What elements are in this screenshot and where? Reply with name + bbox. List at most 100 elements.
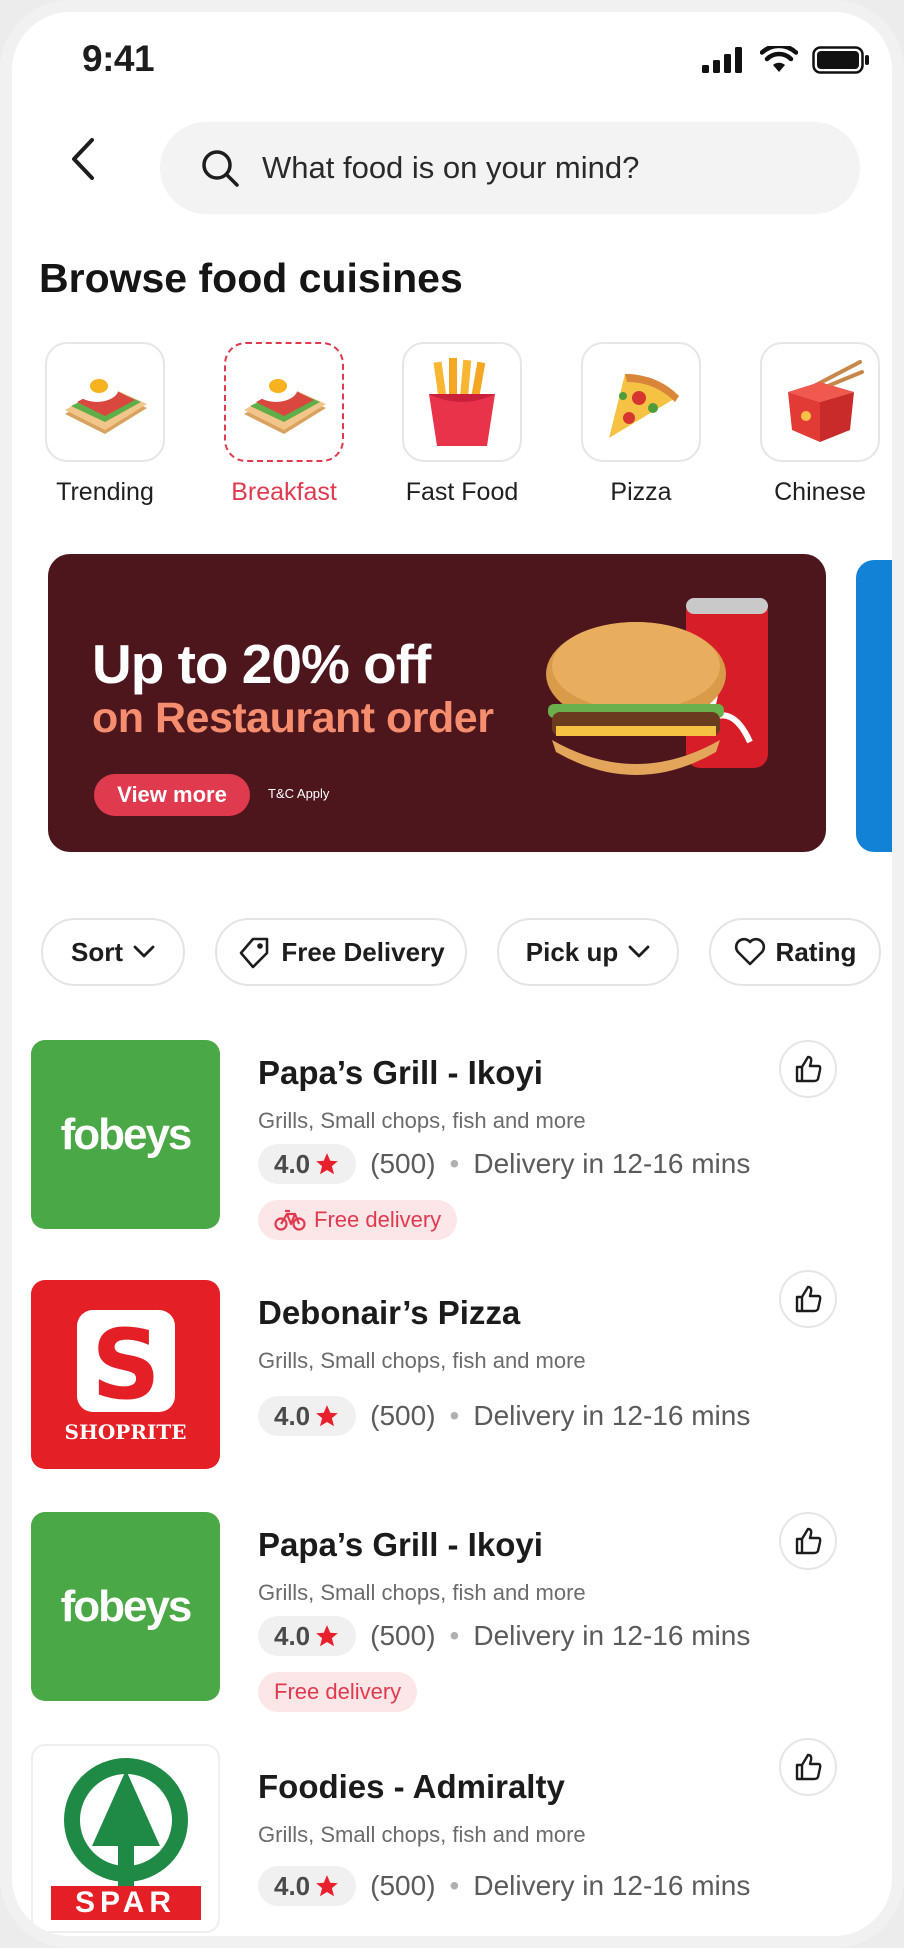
next-banner-peek[interactable]: [856, 560, 892, 852]
free-delivery-badge: Free delivery: [258, 1672, 418, 1712]
pizza-icon: [609, 374, 679, 438]
search-placeholder: What food is on your mind?: [262, 150, 640, 185]
burger-and-can-image: [546, 598, 768, 775]
cuisine-pizza[interactable]: Pizza: [566, 342, 716, 507]
filter-label: Sort: [71, 936, 123, 967]
separator-dot: •: [449, 1620, 460, 1651]
rating-badge: 4.0: [258, 1866, 357, 1906]
cuisine-tile: [224, 342, 344, 462]
thumbs-up-icon: [795, 1285, 822, 1313]
restaurant-logo: fobeys: [31, 1040, 220, 1229]
star-icon: [316, 1875, 338, 1897]
sandwich-icon: [65, 374, 147, 434]
delivery-time: Delivery in 12-16 mins: [473, 1870, 751, 1901]
sort-filter-chip[interactable]: Sort: [41, 918, 185, 986]
chevron-left-icon: [72, 138, 94, 180]
restaurant-description: Grills, Small chops, fish and more: [258, 1348, 586, 1373]
thumbs-up-icon: [795, 1753, 822, 1781]
search-icon: [202, 150, 239, 187]
search-input[interactable]: What food is on your mind?: [160, 122, 860, 214]
signal-icon: [702, 47, 742, 73]
rating-badge: 4.0: [258, 1616, 357, 1656]
view-more-button[interactable]: View more: [94, 774, 250, 816]
restaurant-logo: S SHOPRITE: [31, 1280, 220, 1469]
pick-up-filter-chip[interactable]: Pick up: [497, 918, 679, 986]
battery-icon: [812, 46, 869, 74]
like-button[interactable]: [779, 1738, 837, 1796]
thumbs-up-icon: [795, 1055, 822, 1083]
wifi-icon: [760, 46, 798, 72]
cuisine-label: Fast Food: [405, 478, 519, 506]
restaurant-meta: 4.0 (500) • Delivery in 12-16 mins: [258, 1144, 750, 1184]
status-time: 9:41: [82, 38, 155, 79]
free-delivery-label: Free delivery: [274, 1679, 402, 1704]
like-button[interactable]: [779, 1512, 837, 1570]
restaurant-meta: 4.0 (500) • Delivery in 12-16 mins: [258, 1396, 750, 1436]
chevron-down-icon: [133, 945, 155, 958]
banner-headline: Up to 20% off: [92, 633, 431, 695]
delivery-tag-icon: [240, 937, 269, 969]
review-count: (500): [370, 1620, 436, 1651]
cuisine-list: Trending Breakfast Fast Food Pizza Chine…: [37, 342, 892, 522]
filter-label: Pick up: [525, 936, 619, 967]
status-icons: [702, 46, 870, 74]
cuisine-label: Trending: [56, 478, 154, 506]
filter-label: Free Delivery: [281, 936, 445, 967]
cuisine-breakfast[interactable]: Breakfast: [209, 342, 359, 507]
sandwich-icon: [244, 374, 326, 434]
restaurant-row[interactable]: fobeys Papa’s Grill - Ikoyi Grills, Smal…: [12, 1512, 892, 1712]
rating-value: 4.0: [274, 1620, 311, 1651]
top-bar: What food is on your mind?: [12, 112, 892, 214]
logo-text: SHOPRITE: [64, 1419, 187, 1444]
restaurant-logo: fobeys: [31, 1512, 220, 1701]
restaurant-row[interactable]: S SHOPRITE Debonair’s Pizza Grills, Smal…: [12, 1270, 892, 1480]
banner-subheadline: on Restaurant order: [92, 694, 494, 742]
shoprite-logo-icon: S: [76, 1309, 175, 1416]
review-count: (500): [370, 1400, 436, 1431]
logo-text: SPAR: [50, 1886, 201, 1920]
phone-frame: 9:41 What food is on your mind? Browse f…: [0, 0, 904, 1948]
restaurant-name: Papa’s Grill - Ikoyi: [258, 1526, 543, 1563]
cuisine-tile: [402, 342, 522, 462]
banner-terms: T&C Apply: [268, 786, 330, 801]
restaurant-logo: SPAR: [31, 1744, 220, 1933]
cuisine-label: Chinese: [774, 478, 866, 506]
rating-value: 4.0: [274, 1870, 311, 1901]
free-delivery-filter-chip[interactable]: Free Delivery: [215, 918, 467, 986]
cuisine-tile: [45, 342, 165, 462]
delivery-time: Delivery in 12-16 mins: [473, 1400, 751, 1431]
bicycle-icon: [274, 1209, 306, 1231]
cuisine-trending[interactable]: Trending: [30, 342, 180, 507]
logo-text: fobeys: [60, 1109, 193, 1159]
back-button[interactable]: [58, 134, 108, 184]
section-title: Browse food cuisines: [39, 255, 463, 301]
restaurant-row[interactable]: fobeys Papa’s Grill - Ikoyi Grills, Smal…: [12, 1040, 892, 1240]
cuisine-label: Breakfast: [231, 478, 337, 506]
delivery-time: Delivery in 12-16 mins: [473, 1148, 751, 1179]
rating-value: 4.0: [274, 1400, 311, 1431]
promo-banner[interactable]: Up to 20% off on Restaurant order View m…: [48, 554, 826, 852]
logo-text: fobeys: [60, 1581, 193, 1631]
restaurant-meta: 4.0 (500) • Delivery in 12-16 mins: [258, 1616, 750, 1656]
cuisine-tile: [760, 342, 880, 462]
rating-badge: 4.0: [258, 1144, 357, 1184]
like-button[interactable]: [779, 1270, 837, 1328]
chevron-down-icon: [628, 945, 650, 958]
filter-bar: Sort Free Delivery Pick up Rating: [27, 918, 892, 988]
star-icon: [316, 1153, 338, 1175]
cuisine-chinese[interactable]: Chinese: [745, 342, 892, 507]
separator-dot: •: [449, 1400, 460, 1431]
separator-dot: •: [449, 1148, 460, 1179]
cuisine-fast-food[interactable]: Fast Food: [387, 342, 537, 507]
separator-dot: •: [449, 1870, 460, 1901]
restaurant-description: Grills, Small chops, fish and more: [258, 1108, 586, 1133]
restaurant-row[interactable]: SPAR Foodies - Admiralty Grills, Small c…: [12, 1738, 892, 1936]
rating-filter-chip[interactable]: Rating: [709, 918, 881, 986]
restaurant-name: Debonair’s Pizza: [258, 1294, 521, 1331]
heart-icon: [734, 937, 765, 966]
takeout-box-icon: [788, 360, 864, 442]
like-button[interactable]: [779, 1040, 837, 1098]
restaurant-meta: 4.0 (500) • Delivery in 12-16 mins: [258, 1866, 750, 1906]
cuisine-label: Pizza: [610, 478, 672, 506]
free-delivery-label: Free delivery: [314, 1207, 442, 1232]
